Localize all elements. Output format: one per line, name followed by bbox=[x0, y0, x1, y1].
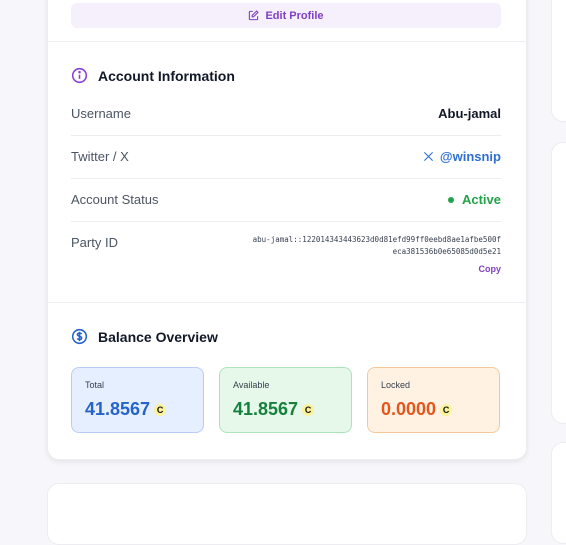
dollar-circle-icon bbox=[71, 328, 88, 345]
party-id-label: Party ID bbox=[71, 235, 118, 250]
row-separator bbox=[71, 178, 501, 179]
balance-card-available: Available 41.8567 C bbox=[219, 367, 352, 433]
balance-value: 0.0000 bbox=[381, 399, 437, 419]
status-label: Account Status bbox=[71, 192, 159, 207]
edit-profile-label: Edit Profile bbox=[265, 9, 324, 22]
side-card bbox=[551, 0, 566, 122]
account-section-title: Account Information bbox=[71, 67, 235, 84]
divider bbox=[47, 302, 527, 303]
info-icon bbox=[71, 67, 88, 84]
next-card bbox=[47, 483, 527, 545]
balance-section-title: Balance Overview bbox=[71, 328, 218, 345]
row-separator bbox=[71, 221, 501, 222]
balance-card-label: Total bbox=[85, 380, 105, 390]
twitter-label: Twitter / X bbox=[71, 149, 129, 164]
balance-value: 41.8567 bbox=[233, 399, 299, 419]
party-id-value: abu-jamal::122014343443623d0d81efd99ff0e… bbox=[252, 235, 501, 256]
twitter-handle: @winsnip bbox=[439, 149, 501, 164]
balance-title-text: Balance Overview bbox=[98, 328, 218, 345]
coin-icon: C bbox=[154, 403, 167, 416]
x-logo-icon bbox=[423, 151, 433, 162]
balance-card-amount: 0.0000 C bbox=[381, 399, 453, 420]
username-value: Abu-jamal bbox=[438, 106, 501, 121]
twitter-link[interactable]: @winsnip bbox=[423, 149, 501, 164]
status-badge: Active bbox=[447, 192, 501, 207]
edit-profile-button[interactable]: Edit Profile bbox=[71, 3, 501, 28]
edit-icon bbox=[249, 10, 260, 21]
side-card bbox=[551, 442, 566, 544]
row-separator bbox=[71, 135, 501, 136]
balance-card-amount: 41.8567 C bbox=[233, 399, 315, 420]
username-label: Username bbox=[71, 106, 131, 121]
coin-icon: C bbox=[302, 403, 315, 416]
divider bbox=[47, 41, 527, 42]
side-card bbox=[551, 142, 566, 424]
status-dot-icon bbox=[447, 196, 454, 203]
balance-card-locked: Locked 0.0000 C bbox=[367, 367, 500, 433]
balance-card-total: Total 41.8567 C bbox=[71, 367, 204, 433]
status-text: Active bbox=[461, 192, 501, 207]
coin-icon: C bbox=[440, 403, 453, 416]
balance-value: 41.8567 bbox=[85, 399, 151, 419]
copy-button[interactable]: Copy bbox=[479, 264, 502, 274]
balance-card-label: Available bbox=[233, 380, 270, 390]
balance-card-label: Locked bbox=[381, 380, 411, 390]
balance-card-amount: 41.8567 C bbox=[85, 399, 167, 420]
account-title-text: Account Information bbox=[98, 67, 235, 84]
